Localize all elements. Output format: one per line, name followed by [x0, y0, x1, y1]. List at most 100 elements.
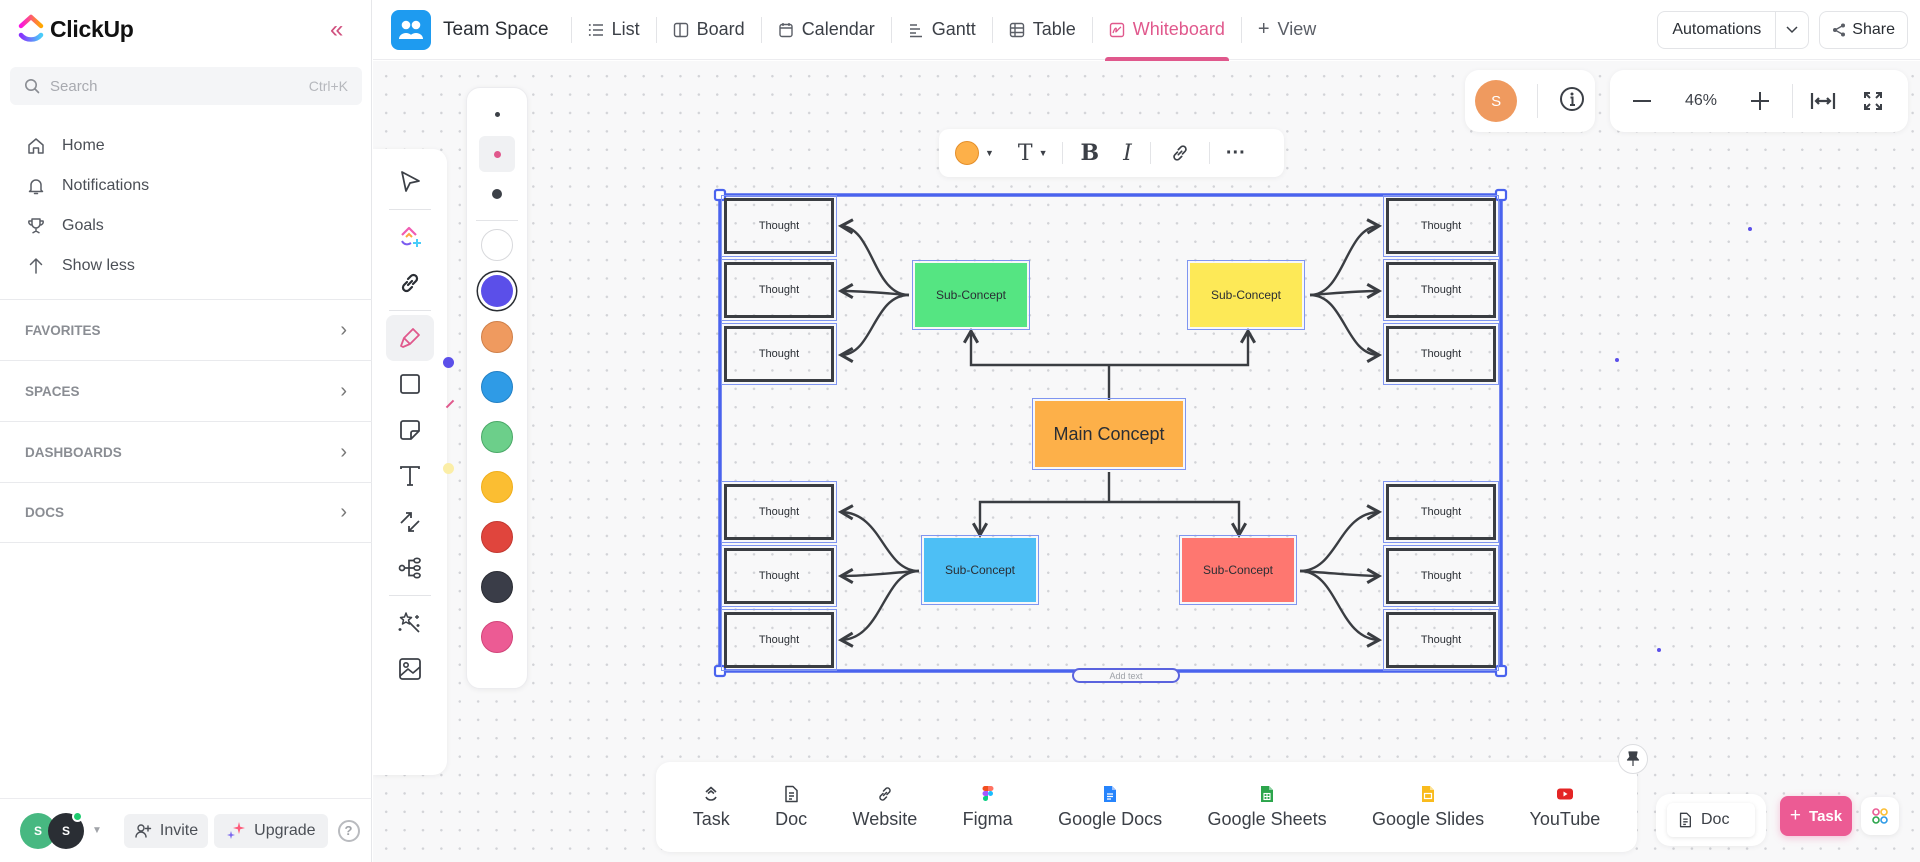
tab-calendar[interactable]: Calendar: [774, 0, 879, 60]
connector-curve[interactable]: [837, 293, 910, 364]
color-swatch-white[interactable]: [481, 229, 513, 261]
ai-magic-tool[interactable]: [386, 600, 434, 646]
dock-item-doc[interactable]: Doc: [775, 785, 807, 830]
color-swatch-red[interactable]: [481, 521, 513, 553]
connector-top-left[interactable]: [962, 327, 1109, 367]
dock-item-google-docs[interactable]: Google Docs: [1058, 785, 1162, 830]
share-button[interactable]: Share: [1819, 10, 1908, 49]
mind-map-tool[interactable]: [386, 545, 434, 591]
fit-width-button[interactable]: [1793, 91, 1853, 111]
pen-size-medium[interactable]: [479, 136, 515, 172]
thought-node[interactable]: Thought: [1383, 609, 1499, 671]
zoom-level[interactable]: 46%: [1674, 92, 1728, 110]
color-swatch-pink[interactable]: [481, 621, 513, 653]
tab-board[interactable]: Board: [669, 0, 749, 60]
resize-handle-bottom-right[interactable]: [1494, 664, 1508, 678]
thought-node[interactable]: Thought: [1383, 195, 1499, 257]
sticky-note-tool[interactable]: [386, 407, 434, 453]
pen-dot[interactable]: [1748, 227, 1752, 231]
automations-button[interactable]: Automations: [1658, 21, 1775, 39]
connector-curve[interactable]: [1299, 504, 1383, 573]
connector-curve[interactable]: [1299, 569, 1383, 648]
sub-concept-node[interactable]: Sub-Concept: [921, 535, 1039, 605]
invite-button[interactable]: Invite: [123, 813, 209, 848]
dock-item-google-slides[interactable]: Google Slides: [1372, 785, 1484, 830]
dock-item-website[interactable]: Website: [853, 785, 917, 830]
help-button[interactable]: ?: [337, 819, 360, 842]
automations-dropdown-button[interactable]: [1775, 11, 1808, 48]
connector-bottom-left[interactable]: [971, 500, 1109, 539]
connector-curve[interactable]: [837, 569, 920, 648]
info-button[interactable]: [1559, 86, 1585, 117]
thought-node[interactable]: Thought: [1383, 323, 1499, 385]
italic-button[interactable]: I: [1111, 134, 1144, 172]
dock-item-youtube[interactable]: YouTube: [1530, 785, 1600, 830]
zoom-in-button[interactable]: [1728, 90, 1792, 112]
pen-dot[interactable]: [1615, 358, 1619, 362]
thought-node[interactable]: Thought: [721, 481, 837, 543]
sidebar-item-home[interactable]: Home: [26, 126, 149, 166]
doc-shortcut-button[interactable]: Doc: [1667, 803, 1755, 837]
color-swatch-blue[interactable]: [481, 371, 513, 403]
zoom-out-button[interactable]: [1610, 90, 1674, 112]
connector-curve[interactable]: [1309, 293, 1383, 364]
color-swatch-purple[interactable]: [481, 275, 513, 307]
add-view-button[interactable]: + View: [1254, 0, 1320, 60]
pen-tool[interactable]: [386, 315, 434, 361]
whiteboard-canvas[interactable]: Add text Main Concept Sub-Concept Sub-Co…: [373, 61, 1920, 862]
sidebar-section-spaces[interactable]: SPACES ›: [0, 360, 372, 421]
sub-concept-node[interactable]: Sub-Concept: [912, 260, 1030, 330]
thought-node[interactable]: Thought: [721, 259, 837, 321]
pin-dock-button[interactable]: [1618, 744, 1648, 774]
link-tool[interactable]: [386, 260, 434, 306]
color-swatch-dark[interactable]: [481, 571, 513, 603]
upgrade-button[interactable]: Upgrade: [214, 813, 328, 848]
space-icon[interactable]: [391, 9, 431, 50]
space-title[interactable]: Team Space: [443, 19, 549, 41]
thought-node[interactable]: Thought: [721, 545, 837, 607]
thought-node[interactable]: Thought: [1383, 481, 1499, 543]
sidebar-section-docs[interactable]: DOCS ›: [0, 482, 372, 543]
add-task-button[interactable]: + Task: [1780, 796, 1852, 836]
tab-list[interactable]: List: [584, 0, 644, 60]
link-button[interactable]: [1157, 134, 1203, 172]
pen-size-small[interactable]: [479, 96, 515, 132]
sub-concept-node[interactable]: Sub-Concept: [1179, 535, 1297, 605]
bold-button[interactable]: B: [1069, 134, 1112, 172]
color-swatch-yellow[interactable]: [481, 471, 513, 503]
color-swatch-orange[interactable]: [481, 321, 513, 353]
shape-tool[interactable]: [386, 361, 434, 407]
connector-curve[interactable]: [837, 504, 920, 573]
image-tool[interactable]: [386, 646, 434, 692]
user-switcher[interactable]: S S ▼: [20, 810, 102, 849]
sidebar-item-goals[interactable]: Goals: [26, 206, 149, 246]
color-swatch-green[interactable]: [481, 421, 513, 453]
dock-item-figma[interactable]: Figma: [963, 785, 1013, 830]
resize-handle-top-right[interactable]: [1494, 188, 1508, 202]
more-options-button[interactable]: ···: [1216, 134, 1256, 172]
connector-tool[interactable]: [386, 499, 434, 545]
sidebar-item-show-less[interactable]: Show less: [26, 246, 149, 286]
thought-node[interactable]: Thought: [721, 609, 837, 671]
add-text-label[interactable]: Add text: [1072, 668, 1180, 683]
fill-color-button[interactable]: ▼: [947, 134, 1002, 172]
pen-dot[interactable]: [1657, 648, 1661, 652]
apps-button[interactable]: [1861, 797, 1899, 835]
text-tool[interactable]: [386, 453, 434, 499]
collapse-sidebar-button[interactable]: «: [330, 16, 343, 44]
connector-top-right[interactable]: [1109, 327, 1257, 367]
tab-gantt[interactable]: Gantt: [904, 0, 980, 60]
thought-node[interactable]: Thought: [1383, 259, 1499, 321]
sidebar-item-notifications[interactable]: Notifications: [26, 166, 149, 206]
main-concept-node[interactable]: Main Concept: [1032, 398, 1186, 470]
tab-whiteboard[interactable]: Whiteboard: [1104, 0, 1229, 61]
sidebar-section-dashboards[interactable]: DASHBOARDS ›: [0, 421, 372, 482]
thought-node[interactable]: Thought: [1383, 545, 1499, 607]
pen-size-large[interactable]: [479, 176, 515, 212]
user-avatar[interactable]: S: [1475, 80, 1518, 122]
clickup-logo[interactable]: ClickUp: [18, 14, 134, 44]
select-tool[interactable]: [386, 159, 434, 205]
sub-concept-node[interactable]: Sub-Concept: [1187, 260, 1305, 330]
connector-bottom-right[interactable]: [1109, 500, 1248, 539]
sidebar-section-favorites[interactable]: FAVORITES ›: [0, 299, 372, 360]
